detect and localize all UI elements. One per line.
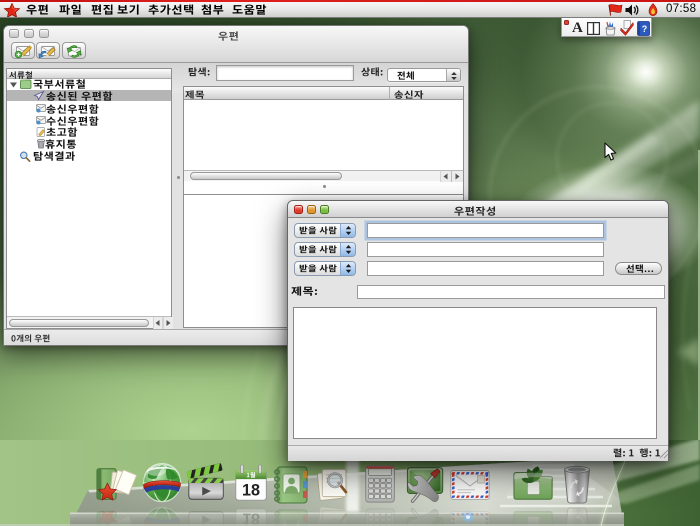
svg-text:?: ? (642, 24, 648, 34)
svg-text:18: 18 (242, 510, 260, 526)
svg-text:18: 18 (242, 481, 260, 499)
